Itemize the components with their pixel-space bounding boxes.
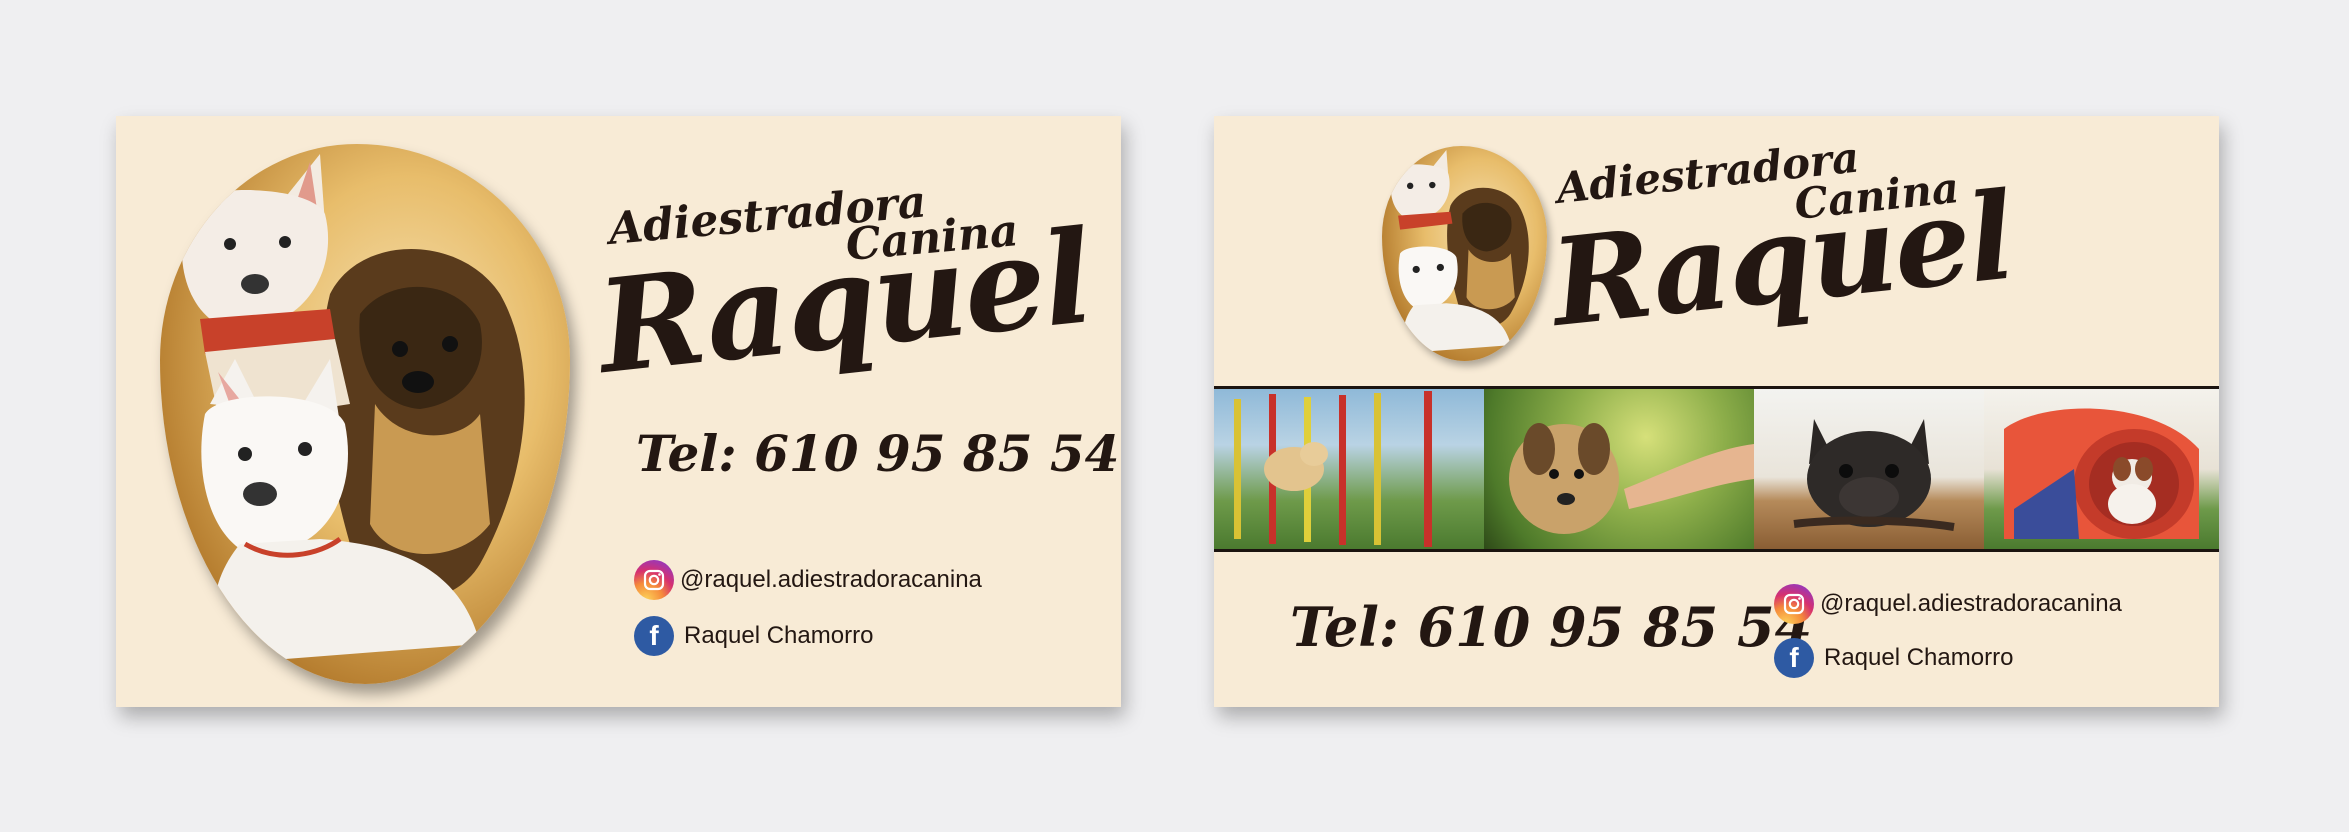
weave-poles-art [1234,391,1432,547]
instagram-row-back: @raquel.adiestradoracanina [1774,584,2122,624]
facebook-icon: f [1774,638,1814,678]
photo-agility-weave-poles [1214,389,1484,549]
photo-strip [1214,386,2219,552]
facebook-row: f Raquel Chamorro [634,616,873,656]
tunnel-art [2004,408,2199,539]
instagram-icon [1774,584,1814,624]
instagram-row: @raquel.adiestradoracanina [634,560,982,600]
facebook-row-back: f Raquel Chamorro [1774,638,2013,678]
puppy-art [1509,423,1754,534]
photo-agility-tunnel [1984,389,2219,549]
facebook-name[interactable]: Raquel Chamorro [684,622,873,650]
phone-number: Tel: 610 95 85 54 [636,424,1120,483]
dogs-artwork [180,154,525,664]
facebook-icon: f [634,616,674,656]
phone-number-back: Tel: 610 95 85 54 [1290,595,1813,659]
dogs-illustration [160,144,570,684]
photo-french-bulldog [1754,389,1984,549]
dogs-artwork-small [1390,149,1529,354]
business-card-back: Adiestradora Canina Raquel Tel: 610 95 8… [1214,116,2219,707]
business-card-front: Adiestradora Canina Raquel Tel: 610 95 8… [116,116,1121,707]
facebook-name-back[interactable]: Raquel Chamorro [1824,644,2013,672]
bulldog-art [1793,419,1955,531]
instagram-handle-back[interactable]: @raquel.adiestradoracanina [1820,590,2122,618]
photo-puppy-paw [1484,389,1754,549]
dogs-illustration-small [1382,146,1547,361]
instagram-icon [634,560,674,600]
instagram-handle[interactable]: @raquel.adiestradoracanina [680,566,982,594]
